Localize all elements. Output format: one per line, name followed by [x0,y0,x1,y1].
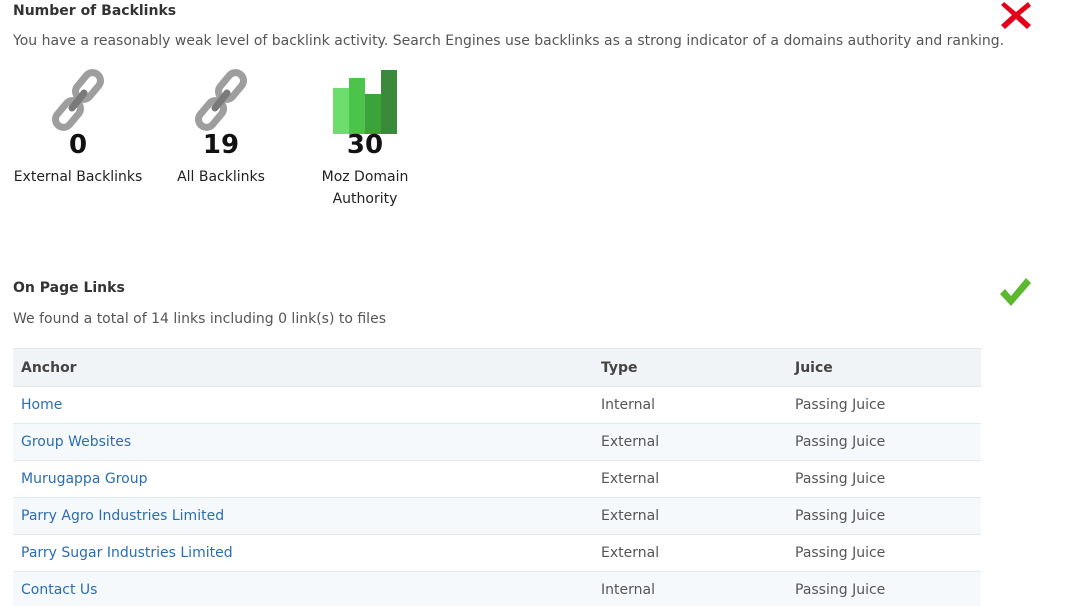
moz-label-line1: Moz Domain [321,169,409,185]
anchor-link[interactable]: Group Websites [13,423,593,461]
moz-label-line2: Authority [332,191,398,207]
link-type: External [593,423,787,461]
chain-link-icon [8,68,148,134]
link-type: External [593,460,787,498]
moz-domain-authority-stat: 30 Moz Domain Authority [295,68,435,210]
anchor-link[interactable]: Contact Us [13,571,593,606]
chain-link-icon [151,68,291,134]
seo-report-panel: Number of Backlinks You have a reasonabl… [0,0,1074,606]
anchor-link[interactable]: Parry Agro Industries Limited [13,497,593,535]
all-backlinks-value: 19 [202,130,240,160]
anchor-link[interactable]: Murugappa Group [13,460,593,498]
link-juice: Passing Juice [787,386,981,424]
external-backlinks-label: External Backlinks [13,169,143,185]
on-page-links-table: Anchor Type Juice Home Internal Passing … [13,348,981,606]
link-juice: Passing Juice [787,460,981,498]
checkmark-icon [998,276,1032,312]
anchor-link[interactable]: Parry Sugar Industries Limited [13,534,593,572]
moz-domain-authority-value: 30 [346,130,384,160]
link-type: Internal [593,571,787,606]
moz-domain-authority-label: Moz Domain Authority [295,166,435,210]
header-juice: Juice [787,348,981,387]
cross-icon [1000,0,1032,34]
link-type: External [593,497,787,535]
backlinks-description: You have a reasonably weak level of back… [13,33,1005,49]
on-page-links-description: We found a total of 14 links including 0… [13,311,386,327]
link-juice: Passing Juice [787,423,981,461]
bar-chart-icon [295,68,435,134]
anchor-link[interactable]: Home [13,386,593,424]
table-row: Group Websites External Passing Juice [13,423,981,461]
all-backlinks-stat: 19 All Backlinks [151,68,291,188]
table-row: Murugappa Group External Passing Juice [13,460,981,498]
link-type: External [593,534,787,572]
link-type: Internal [593,386,787,424]
table-header-row: Anchor Type Juice [13,348,981,387]
external-backlinks-value: 0 [68,130,88,160]
external-backlinks-stat: 0 External Backlinks [8,68,148,188]
link-juice: Passing Juice [787,534,981,572]
table-row: Home Internal Passing Juice [13,386,981,424]
link-juice: Passing Juice [787,571,981,606]
table-row: Parry Agro Industries Limited External P… [13,497,981,535]
header-type: Type [593,348,787,387]
table-row: Parry Sugar Industries Limited External … [13,534,981,572]
all-backlinks-label: All Backlinks [177,169,265,185]
on-page-links-title: On Page Links [13,280,125,296]
backlinks-title: Number of Backlinks [13,3,177,19]
header-anchor: Anchor [13,348,593,387]
link-juice: Passing Juice [787,497,981,535]
table-row: Contact Us Internal Passing Juice [13,571,981,606]
